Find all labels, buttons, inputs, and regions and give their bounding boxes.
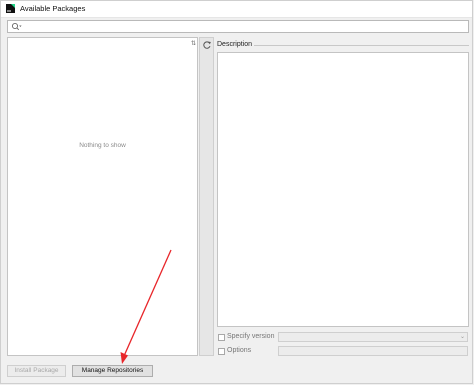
specify-version-label[interactable]: Specify version bbox=[227, 333, 274, 340]
chevron-down-icon: ⌄ bbox=[459, 334, 465, 340]
title-bar: Available Packages bbox=[1, 1, 472, 18]
empty-list-message: Nothing to show bbox=[79, 142, 126, 149]
description-divider bbox=[254, 45, 469, 46]
package-list[interactable]: ⇅ Nothing to show bbox=[7, 37, 198, 356]
available-packages-dialog: Available Packages ⇅ Nothing to show Des… bbox=[0, 0, 473, 384]
manage-repositories-button[interactable]: Manage Repositories bbox=[72, 365, 153, 377]
window-title: Available Packages bbox=[20, 4, 86, 13]
search-icon bbox=[11, 22, 22, 31]
pycharm-app-icon bbox=[6, 4, 15, 13]
install-package-button[interactable]: Install Package bbox=[7, 365, 66, 377]
sort-icon[interactable]: ⇅ bbox=[191, 40, 196, 47]
description-panel bbox=[217, 52, 469, 327]
description-label: Description bbox=[217, 41, 253, 48]
list-toolbar bbox=[199, 37, 214, 356]
options-field[interactable] bbox=[278, 346, 468, 356]
specify-version-checkbox[interactable] bbox=[218, 334, 225, 341]
specify-version-row: Specify version ⌄ bbox=[217, 332, 469, 343]
version-select[interactable]: ⌄ bbox=[278, 332, 468, 342]
search-input[interactable] bbox=[7, 20, 469, 33]
options-label[interactable]: Options bbox=[227, 347, 251, 354]
options-checkbox[interactable] bbox=[218, 348, 225, 355]
options-row: Options bbox=[217, 346, 469, 357]
reload-icon[interactable] bbox=[202, 40, 212, 50]
